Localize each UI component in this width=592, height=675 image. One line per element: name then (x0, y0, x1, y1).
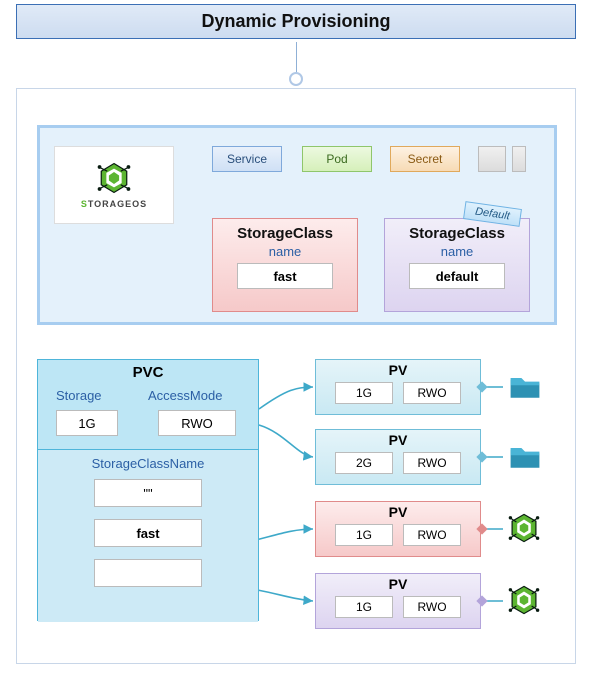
storageos-icon (507, 583, 543, 619)
blank-chip-small (512, 146, 526, 172)
storageclass-fast: StorageClass name fast (212, 218, 358, 312)
pvc-storage-value: 1G (56, 410, 118, 436)
storageclass-value: default (409, 263, 505, 289)
pvc-access-value: RWO (158, 410, 236, 436)
connector-line (296, 42, 297, 74)
folder-icon (507, 369, 543, 405)
diagram-frame: STORAGEOS Service Pod Secret StorageClas… (16, 88, 576, 664)
pv-mode: RWO (403, 382, 461, 404)
pv-size: 1G (335, 382, 393, 404)
namespace-box: STORAGEOS Service Pod Secret StorageClas… (37, 125, 557, 325)
pvc-title: PVC (38, 360, 258, 385)
pv-title: PV (316, 360, 480, 378)
storageclass-sublabel: name (213, 244, 357, 259)
pvc-scn-label: StorageClassName (38, 450, 258, 479)
storageos-logo-text: STORAGEOS (81, 199, 147, 209)
pvc-spec-section: PVC Storage AccessMode 1G RWO (38, 360, 258, 450)
storageclass-default: Default StorageClass name default (384, 218, 530, 312)
page-title: Dynamic Provisioning (16, 4, 576, 39)
service-chip: Service (212, 146, 282, 172)
pvc-card: PVC Storage AccessMode 1G RWO StorageCla… (37, 359, 259, 621)
pod-chip: Pod (302, 146, 372, 172)
blank-chip (478, 146, 506, 172)
pv-card-3: PV 1G RWO (315, 501, 481, 557)
pv-mode: RWO (403, 596, 461, 618)
storageos-icon (507, 511, 543, 547)
secret-chip: Secret (390, 146, 460, 172)
default-badge: Default (463, 201, 522, 227)
pv-mode: RWO (403, 524, 461, 546)
pvc-scn-value-fast: fast (94, 519, 202, 547)
pv-card-2: PV 2G RWO (315, 429, 481, 485)
connector-dot (289, 72, 303, 86)
pvc-storage-label: Storage (56, 388, 102, 403)
pv-title: PV (316, 430, 480, 448)
pvc-scn-section: StorageClassName "" fast (38, 450, 258, 622)
storageos-logo-card: STORAGEOS (54, 146, 174, 224)
storageclass-title: StorageClass (213, 225, 357, 242)
pvc-access-label: AccessMode (148, 388, 222, 403)
pv-size: 2G (335, 452, 393, 474)
storageclass-sublabel: name (385, 244, 529, 259)
storageos-logo-icon (97, 161, 131, 195)
pv-size: 1G (335, 524, 393, 546)
pv-mode: RWO (403, 452, 461, 474)
pv-title: PV (316, 574, 480, 592)
pvc-scn-value-empty: "" (94, 479, 202, 507)
pv-size: 1G (335, 596, 393, 618)
folder-icon (507, 439, 543, 475)
pv-card-1: PV 1G RWO (315, 359, 481, 415)
pv-card-4: PV 1G RWO (315, 573, 481, 629)
pv-title: PV (316, 502, 480, 520)
storageclass-title: StorageClass (385, 225, 529, 242)
storageclass-value: fast (237, 263, 333, 289)
pvc-scn-value-blank (94, 559, 202, 587)
